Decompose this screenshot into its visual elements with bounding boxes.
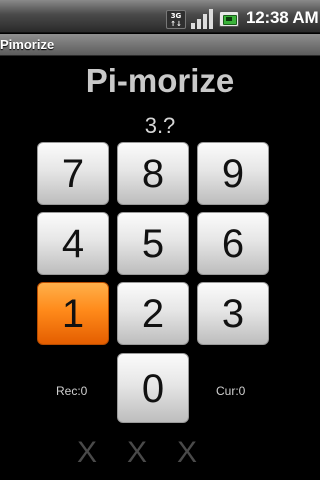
key-8[interactable]: 8: [117, 142, 189, 205]
attempt-mark: X: [177, 436, 198, 469]
record-counter: Rec:0: [56, 384, 88, 398]
key-4[interactable]: 4: [37, 212, 109, 275]
signal-icon: [191, 9, 213, 29]
app-title-bar: Pimorize: [0, 34, 320, 56]
attempt-mark: X: [77, 436, 98, 469]
key-3[interactable]: 3: [197, 282, 269, 345]
attempt-mark: X: [127, 436, 148, 469]
key-5[interactable]: 5: [117, 212, 189, 275]
app-title: Pimorize: [0, 37, 55, 52]
3g-icon: 3G ↑↓: [166, 10, 186, 29]
status-time: 12:38 AM: [246, 8, 319, 27]
key-0[interactable]: 0: [117, 353, 189, 423]
key-7[interactable]: 7: [37, 142, 109, 205]
key-1[interactable]: 1: [37, 282, 109, 345]
pi-digits-display: 3.?: [144, 113, 176, 138]
current-counter: Cur:0: [216, 384, 246, 398]
key-6[interactable]: 6: [197, 212, 269, 275]
network-type-label: 3G: [170, 12, 182, 20]
key-2[interactable]: 2: [117, 282, 189, 345]
key-9[interactable]: 9: [197, 142, 269, 205]
status-bar: 3G ↑↓ 12:38 AM: [0, 0, 320, 33]
battery-icon: [219, 11, 239, 27]
page-title: Pi-morize: [85, 62, 235, 99]
